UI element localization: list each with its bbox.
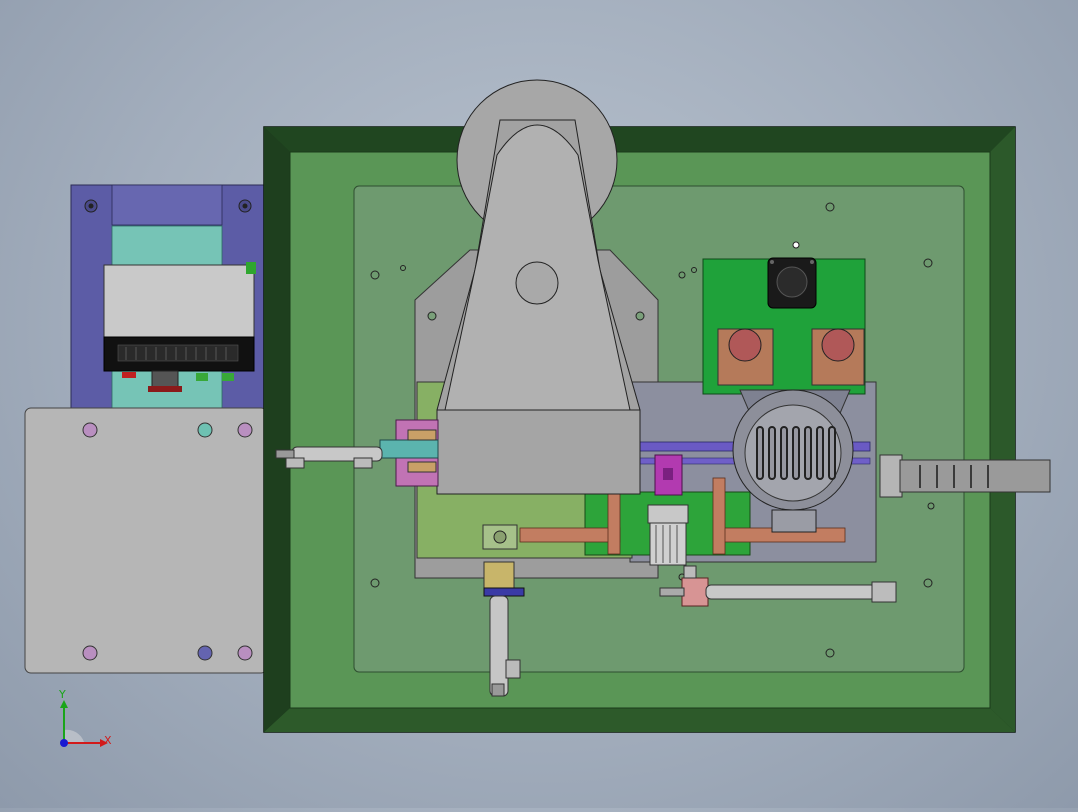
axis-triad: X Y xyxy=(58,688,112,747)
centre-slide-block[interactable] xyxy=(482,524,518,550)
cad-viewport[interactable]: X Y xyxy=(0,0,1078,808)
output-chute[interactable] xyxy=(879,454,1051,498)
x-axis-label: X xyxy=(104,734,112,747)
y-axis-label: Y xyxy=(58,688,66,701)
left-grey-plate[interactable] xyxy=(24,407,268,674)
cad-model-canvas[interactable]: X Y xyxy=(0,0,1078,808)
